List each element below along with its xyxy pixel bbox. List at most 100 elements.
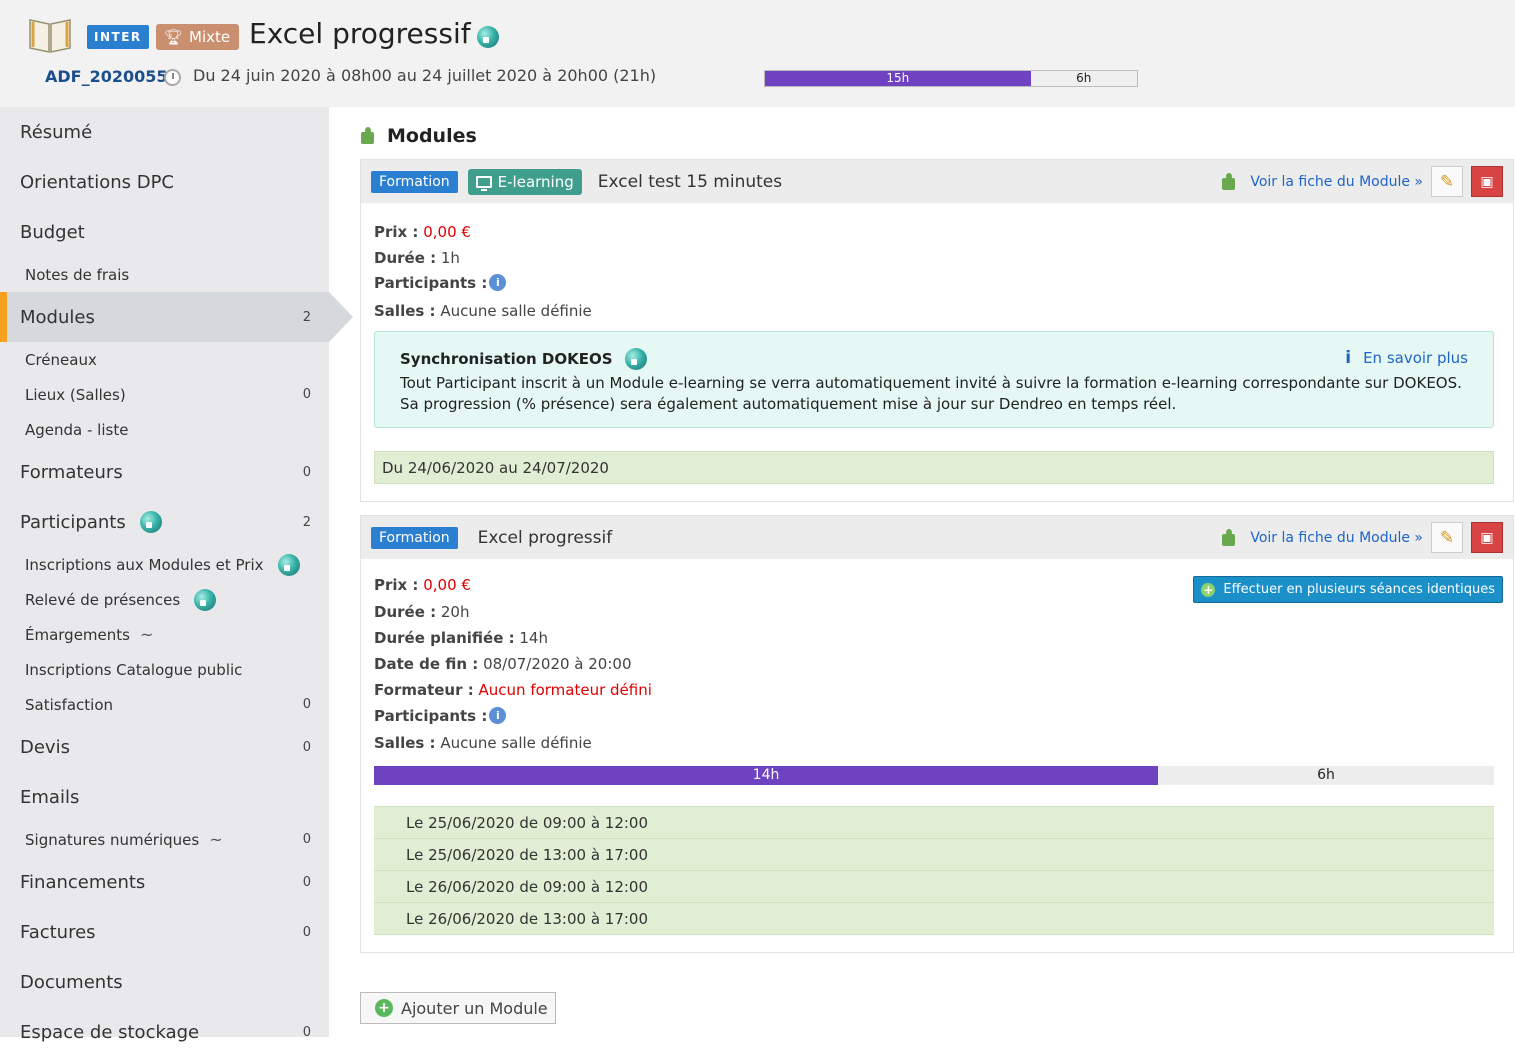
sync-title: Synchronisation DOKEOS <box>400 348 647 370</box>
sidebar-item-label: Espace de stockage <box>20 1021 200 1043</box>
sidebar-item-notes-de-frais[interactable]: Notes de frais <box>0 257 329 292</box>
add-module-label: Ajouter un Module <box>401 998 548 1018</box>
sidebar-item-label: Signatures numériques <box>25 830 200 849</box>
field-formateur: Formateur : Aucun formateur défini <box>374 681 652 699</box>
delete-button[interactable]: ▣ <box>1471 166 1503 197</box>
field-label: Participants : <box>374 274 488 292</box>
field-prix: Prix : 0,00 € <box>374 223 471 241</box>
sidebar-item-label: Documents <box>20 971 123 993</box>
field-duree: Durée : 20h <box>374 603 469 621</box>
sidebar-item-participants[interactable]: Participants 2 <box>0 497 329 547</box>
sidebar-item-label: Lieux (Salles) <box>25 385 126 404</box>
sidebar-item-signatures[interactable]: Signatures numériques ~0 <box>0 822 329 857</box>
sidebar-item-espace-stockage[interactable]: Espace de stockage 0 <box>0 1007 329 1057</box>
info-icon: i <box>1345 348 1352 368</box>
sidebar-item-count: 0 <box>302 924 311 940</box>
field-salles: Salles : Aucune salle définie <box>374 734 592 752</box>
sidebar-item-label: Émargements <box>25 625 130 644</box>
sidebar-item-lieux[interactable]: Lieux (Salles) 0 <box>0 377 329 412</box>
add-module-button[interactable]: + Ajouter un Module <box>360 992 556 1024</box>
sidebar-item-agenda[interactable]: Agenda - liste <box>0 412 329 447</box>
dokeos-sync-panel: Synchronisation DOKEOS i En savoir plus … <box>374 331 1494 428</box>
en-savoir-plus-label: En savoir plus <box>1363 349 1468 367</box>
signature-icon: ~ <box>209 830 223 849</box>
elearning-label: E-learning <box>497 172 574 191</box>
sidebar-item-devis[interactable]: Devis 0 <box>0 722 329 772</box>
field-value: Aucune salle définie <box>440 734 592 752</box>
sidebar-item-label: Orientations DPC <box>20 171 175 193</box>
sidebar-item-inscriptions-modules[interactable]: Inscriptions aux Modules et Prix <box>0 547 329 582</box>
field-salles: Salles : Aucune salle définie <box>374 302 592 320</box>
sidebar: Résumé Orientations DPC Budget Notes de … <box>0 107 353 1043</box>
hours-remaining: 6h <box>1317 767 1335 783</box>
section-title: Modules <box>359 125 477 147</box>
sidebar-item-label: Agenda - liste <box>25 420 129 439</box>
sidebar-item-label: Participants <box>20 511 126 533</box>
globe-icon <box>277 553 300 576</box>
sidebar-item-orientations-dpc[interactable]: Orientations DPC <box>0 157 329 207</box>
edit-button[interactable]: ✎ <box>1431 522 1463 553</box>
session-slot[interactable]: Le 26/06/2020 de 13:00 à 17:00 <box>374 903 1494 935</box>
field-duree: Durée : 1h <box>374 249 460 267</box>
module-name: Excel test 15 minutes <box>597 171 783 192</box>
multiple-sessions-button[interactable]: + Effectuer en plusieurs séances identiq… <box>1193 576 1503 603</box>
hours-progress-bar: 15h 6h <box>764 70 1138 87</box>
puzzle-icon <box>1220 528 1238 547</box>
module-name: Excel progressif <box>477 527 613 548</box>
sidebar-item-emargements[interactable]: Émargements ~ <box>0 617 329 652</box>
session-slot[interactable]: Le 25/06/2020 de 09:00 à 12:00 <box>374 807 1494 839</box>
sidebar-item-factures[interactable]: Factures 0 <box>0 907 329 957</box>
delete-button[interactable]: ▣ <box>1471 522 1503 553</box>
trash-icon: ▣ <box>1480 173 1494 190</box>
hours-done: 15h <box>765 71 1031 86</box>
sidebar-item-resume[interactable]: Résumé <box>0 107 329 157</box>
sidebar-item-budget[interactable]: Budget <box>0 207 329 257</box>
sidebar-item-releve-presences[interactable]: Relevé de présences <box>0 582 329 617</box>
monitor-icon <box>475 175 492 191</box>
sidebar-item-formateurs[interactable]: Formateurs 0 <box>0 447 329 497</box>
sidebar-item-emails[interactable]: Emails <box>0 772 329 822</box>
session-reference[interactable]: ADF_2020055 <box>45 67 168 86</box>
field-label: Prix : <box>374 576 419 594</box>
sidebar-item-count: 2 <box>302 514 311 530</box>
sidebar-item-documents[interactable]: Documents <box>0 957 329 1007</box>
voir-fiche-module-link[interactable]: Voir la fiche du Module » <box>1250 174 1423 190</box>
globe-icon[interactable] <box>477 26 499 48</box>
sidebar-item-modules[interactable]: Modules 2 <box>0 292 353 342</box>
globe-icon <box>139 511 162 533</box>
voir-fiche-module-link[interactable]: Voir la fiche du Module » <box>1250 530 1423 546</box>
sidebar-item-label: Satisfaction <box>25 695 114 714</box>
edit-button[interactable]: ✎ <box>1431 166 1463 197</box>
sidebar-item-label: Résumé <box>20 121 93 143</box>
session-slots: Le 25/06/2020 de 09:00 à 12:00 Le 25/06/… <box>374 806 1494 935</box>
session-dates: Du 24 juin 2020 à 08h00 au 24 juillet 20… <box>193 66 657 85</box>
field-value: 1h <box>440 249 460 267</box>
sidebar-item-inscriptions-catalogue[interactable]: Inscriptions Catalogue public <box>0 652 329 687</box>
page-title: Excel progressif <box>249 17 471 50</box>
sidebar-item-financements[interactable]: Financements 0 <box>0 857 329 907</box>
session-slot[interactable]: Le 25/06/2020 de 13:00 à 17:00 <box>374 839 1494 871</box>
sidebar-item-satisfaction[interactable]: Satisfaction 0 <box>0 687 329 722</box>
info-icon[interactable]: i <box>489 707 507 724</box>
module-card-header: Formation E-learning Excel test 15 minut… <box>361 160 1513 203</box>
en-savoir-plus-link[interactable]: i En savoir plus <box>1345 348 1468 368</box>
session-slot[interactable]: Le 26/06/2020 de 09:00 à 12:00 <box>374 871 1494 903</box>
info-icon[interactable]: i <box>489 274 507 291</box>
sidebar-item-label: Financements <box>20 871 146 893</box>
puzzle-icon <box>359 127 377 145</box>
sidebar-item-label: Budget <box>20 221 85 243</box>
field-value: Aucun formateur défini <box>478 681 652 699</box>
field-label: Durée : <box>374 249 437 267</box>
sidebar-item-count: 0 <box>302 739 311 755</box>
field-label: Durée : <box>374 603 437 621</box>
sidebar-item-creneaux[interactable]: Créneaux <box>0 342 329 377</box>
globe-icon <box>624 348 647 370</box>
field-value: 20h <box>440 603 470 621</box>
main-content: Modules Formation E-learning Excel test … <box>329 107 1515 1037</box>
field-label: Participants : <box>374 707 488 725</box>
hours-remaining: 6h <box>1076 71 1092 85</box>
field-date-fin: Date de fin : 08/07/2020 à 20:00 <box>374 655 632 673</box>
plus-icon: + <box>375 999 393 1017</box>
module-actions: Voir la fiche du Module » ✎ ▣ <box>1220 522 1503 553</box>
module-actions: Voir la fiche du Module » ✎ ▣ <box>1220 166 1503 197</box>
